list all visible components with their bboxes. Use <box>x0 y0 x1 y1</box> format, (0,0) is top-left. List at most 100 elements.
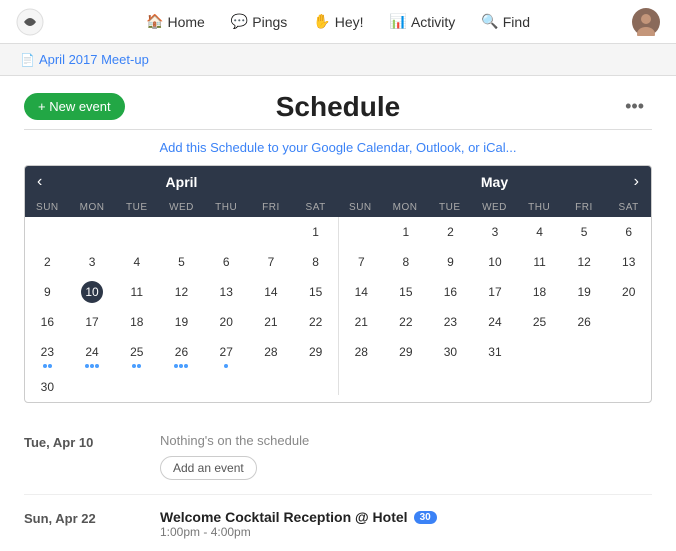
new-event-button[interactable]: + New event <box>24 93 125 120</box>
cal-cell-apr6[interactable]: 6 <box>204 247 249 277</box>
cal-cell-apr8[interactable]: 8 <box>293 247 338 277</box>
breadcrumb-link[interactable]: April 2017 Meet-up <box>39 52 149 67</box>
cal-cell-may29[interactable]: 29 <box>384 337 429 367</box>
cal-cell-may9[interactable]: 9 <box>428 247 473 277</box>
cal-cell-empty <box>25 217 70 247</box>
cal-cell-apr15[interactable]: 15 <box>293 277 338 307</box>
cal-cell-may1[interactable]: 1 <box>384 217 429 247</box>
cal-cell-apr9[interactable]: 9 <box>25 277 70 307</box>
calendar-link[interactable]: Add this Schedule to your Google Calenda… <box>160 140 517 155</box>
app-logo[interactable] <box>16 8 44 36</box>
april-month-name: April <box>166 174 198 190</box>
cal-cell-empty <box>562 367 607 395</box>
nav-item-pings[interactable]: 💬 Pings <box>221 7 297 36</box>
nav-item-home[interactable]: 🏠 Home <box>136 7 215 36</box>
cal-cell-may26[interactable]: 26 <box>562 307 607 337</box>
add-event-button-apr10[interactable]: Add an event <box>160 456 257 480</box>
cal-cell-apr23[interactable]: 23 <box>25 337 70 372</box>
page-header: + New event Schedule ••• <box>0 76 676 129</box>
cal-cell-may8[interactable]: 8 <box>384 247 429 277</box>
nav-item-activity[interactable]: 📊 Activity <box>380 7 466 36</box>
cal-cell-may18[interactable]: 18 <box>517 277 562 307</box>
cal-cell-may30[interactable]: 30 <box>428 337 473 367</box>
cal-cell-may31[interactable]: 31 <box>473 337 518 367</box>
prev-month-button[interactable]: ‹ <box>29 171 50 193</box>
cal-cell-empty <box>339 217 384 247</box>
cal-cell-may17[interactable]: 17 <box>473 277 518 307</box>
cal-cell-may16[interactable]: 16 <box>428 277 473 307</box>
no-events-text: Nothing's on the schedule <box>160 433 652 448</box>
cal-cell-apr22[interactable]: 22 <box>293 307 338 337</box>
cal-cell-apr12[interactable]: 12 <box>159 277 204 307</box>
events-apr22: Welcome Cocktail Reception @ Hotel 30 1:… <box>160 509 652 549</box>
calendar-container: ‹ April SUN MON TUE WED THU FRI SAT <box>24 165 652 403</box>
hey-icon: ✋ <box>313 13 330 30</box>
may-body: 1 2 3 4 5 6 7 8 9 10 11 12 13 14 15 <box>338 217 651 395</box>
day-mon: MON <box>70 198 115 217</box>
cal-cell-may11[interactable]: 11 <box>517 247 562 277</box>
cal-cell-apr2[interactable]: 2 <box>25 247 70 277</box>
cal-cell-may28[interactable]: 28 <box>339 337 384 367</box>
cal-cell-apr24[interactable]: 24 <box>70 337 115 372</box>
cal-cell-apr17[interactable]: 17 <box>70 307 115 337</box>
cal-cell-apr11[interactable]: 11 <box>114 277 159 307</box>
cal-cell-apr21[interactable]: 21 <box>249 307 294 337</box>
next-month-button[interactable]: › <box>626 171 647 193</box>
cal-cell-may2[interactable]: 2 <box>428 217 473 247</box>
cal-cell-may12[interactable]: 12 <box>562 247 607 277</box>
cal-cell-may20[interactable]: 20 <box>606 277 651 307</box>
cal-cell-apr3[interactable]: 3 <box>70 247 115 277</box>
cal-cell-apr30[interactable]: 30 <box>25 372 70 402</box>
nav-label-home: Home <box>167 14 204 30</box>
cal-cell-may13[interactable]: 13 <box>606 247 651 277</box>
nav-item-find[interactable]: 🔍 Find <box>471 7 540 36</box>
cal-cell-may24[interactable]: 24 <box>473 307 518 337</box>
calendar-link-row: Add this Schedule to your Google Calenda… <box>0 130 676 165</box>
cal-cell-empty <box>428 367 473 395</box>
cal-cell-may22[interactable]: 22 <box>384 307 429 337</box>
cal-cell-apr18[interactable]: 18 <box>114 307 159 337</box>
cal-cell-may19[interactable]: 19 <box>562 277 607 307</box>
cal-cell-apr1[interactable]: 1 <box>293 217 338 247</box>
cal-cell-may7[interactable]: 7 <box>339 247 384 277</box>
day-wed: WED <box>472 198 517 217</box>
day-tue: TUE <box>114 198 159 217</box>
day-fri: FRI <box>249 198 294 217</box>
cal-cell-apr26[interactable]: 26 <box>159 337 204 372</box>
home-icon: 🏠 <box>146 13 163 30</box>
cal-cell-apr5[interactable]: 5 <box>159 247 204 277</box>
cal-cell-empty <box>159 372 204 402</box>
avatar[interactable] <box>632 8 660 36</box>
april-day-names: SUN MON TUE WED THU FRI SAT <box>25 198 338 217</box>
cal-cell-apr29[interactable]: 29 <box>293 337 338 372</box>
cal-cell-may6[interactable]: 6 <box>606 217 651 247</box>
cal-cell-may3[interactable]: 3 <box>473 217 518 247</box>
day-sun: SUN <box>25 198 70 217</box>
cal-cell-apr4[interactable]: 4 <box>114 247 159 277</box>
cal-cell-may14[interactable]: 14 <box>339 277 384 307</box>
day-thu: THU <box>517 198 562 217</box>
nav-item-hey[interactable]: ✋ Hey! <box>303 7 373 36</box>
cal-cell-may21[interactable]: 21 <box>339 307 384 337</box>
cal-cell-may25[interactable]: 25 <box>517 307 562 337</box>
day-sun: SUN <box>338 198 383 217</box>
cal-cell-may10[interactable]: 10 <box>473 247 518 277</box>
cal-cell-may4[interactable]: 4 <box>517 217 562 247</box>
cal-cell-apr25[interactable]: 25 <box>114 337 159 372</box>
day-tue: TUE <box>427 198 472 217</box>
cal-cell-empty <box>606 307 651 337</box>
cal-cell-apr27[interactable]: 27 <box>204 337 249 372</box>
cal-cell-may23[interactable]: 23 <box>428 307 473 337</box>
more-options-button[interactable]: ••• <box>617 92 652 121</box>
cal-cell-may15[interactable]: 15 <box>384 277 429 307</box>
cal-cell-empty <box>204 217 249 247</box>
cal-cell-apr13[interactable]: 13 <box>204 277 249 307</box>
cal-cell-apr14[interactable]: 14 <box>249 277 294 307</box>
cal-cell-apr19[interactable]: 19 <box>159 307 204 337</box>
cal-cell-apr28[interactable]: 28 <box>249 337 294 372</box>
cal-cell-apr16[interactable]: 16 <box>25 307 70 337</box>
cal-cell-apr20[interactable]: 20 <box>204 307 249 337</box>
cal-cell-apr10[interactable]: 10 <box>70 277 115 307</box>
cal-cell-may5[interactable]: 5 <box>562 217 607 247</box>
cal-cell-apr7[interactable]: 7 <box>249 247 294 277</box>
